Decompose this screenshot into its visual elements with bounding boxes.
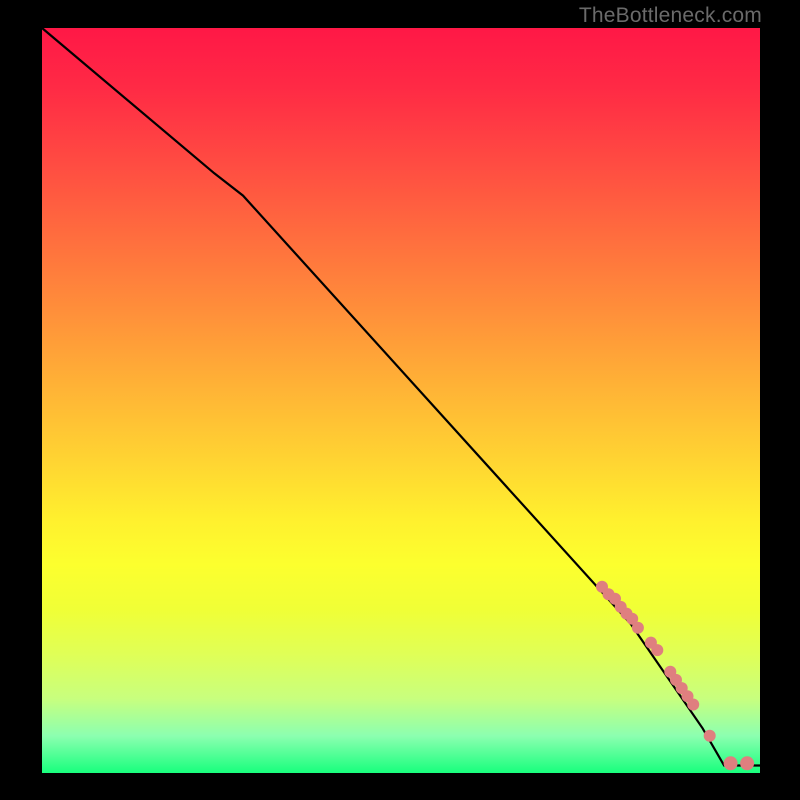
data-point <box>651 644 663 656</box>
data-point <box>740 756 754 770</box>
bottleneck-curve <box>42 28 760 766</box>
data-markers <box>596 581 754 771</box>
data-point <box>704 730 716 742</box>
data-point <box>687 699 699 711</box>
outer-frame: TheBottleneck.com <box>0 0 800 800</box>
data-point <box>632 622 644 634</box>
attribution-text: TheBottleneck.com <box>579 4 762 28</box>
chart-overlay <box>42 28 760 773</box>
data-point <box>724 756 738 770</box>
